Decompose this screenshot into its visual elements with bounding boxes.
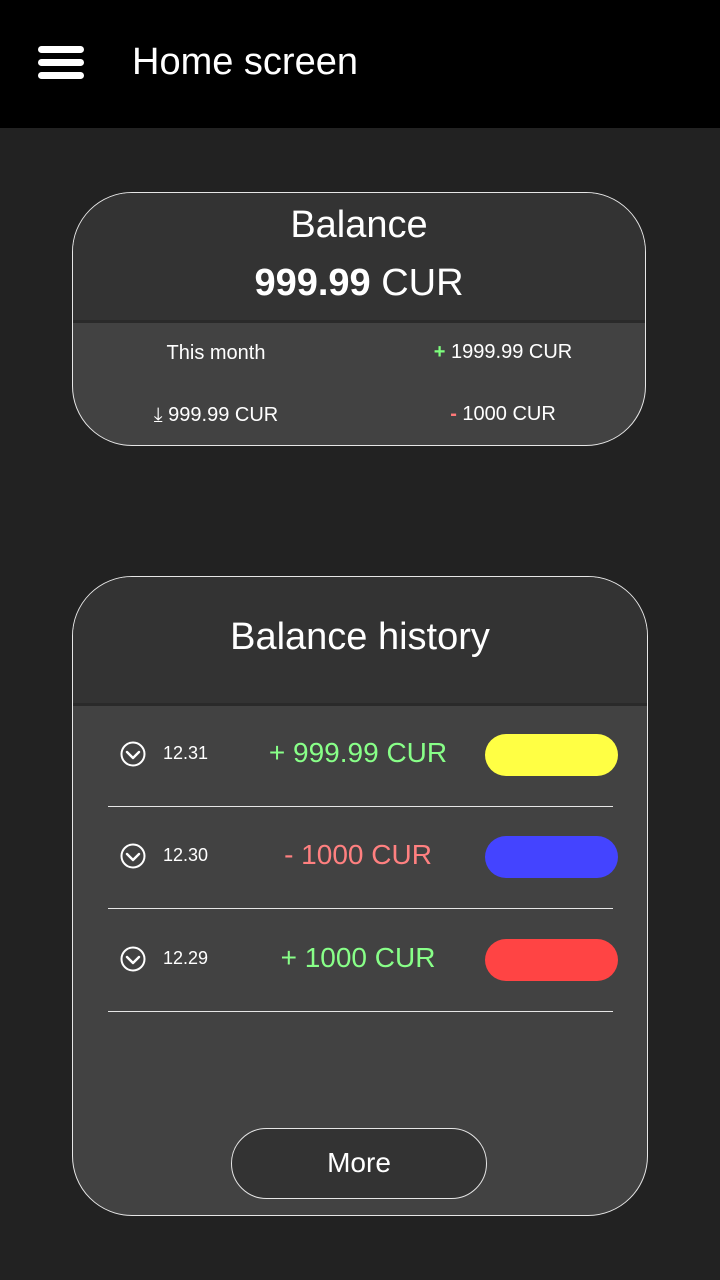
hamburger-menu-icon[interactable] (36, 44, 86, 82)
menu-bar-middle (38, 59, 84, 66)
chevron-down-circle-icon[interactable] (120, 741, 146, 767)
history-row-date: 12.30 (163, 845, 209, 865)
page-title: Home screen (132, 41, 358, 83)
this-month-label: This month (166, 342, 266, 364)
balance-title: Balance (290, 204, 428, 246)
monthly-download-value: 999.99 CUR (168, 404, 279, 426)
category-tag[interactable] (485, 836, 618, 878)
balance-history-title: Balance history (230, 616, 490, 658)
monthly-income-value: 1999.99 CUR (451, 341, 573, 363)
history-row-date: 12.29 (163, 948, 209, 968)
balance-history-card: Balance history 12.31 + 999.99 CUR 12.30… (72, 576, 648, 1216)
menu-bar-bottom (38, 72, 84, 79)
balance-history-header: Balance history (73, 577, 647, 706)
history-row-amount: + 999.99 CUR (268, 737, 448, 768)
history-row[interactable]: 12.30 - 1000 CUR (108, 807, 618, 909)
category-tag[interactable] (485, 734, 618, 776)
history-row-date: 12.31 (163, 743, 209, 763)
minus-sign-icon: - (450, 403, 457, 425)
history-row-amount: + 1000 CUR (280, 942, 436, 973)
top-app-bar: Home screen (0, 0, 720, 128)
menu-bar-top (38, 46, 84, 53)
download-arrow-icon: ⤓ (153, 404, 163, 426)
monthly-download: ⤓ 999.99 CUR (113, 403, 319, 427)
balance-card: Balance 999.99 CUR This month + 1999.99 … (72, 192, 646, 446)
plus-sign-icon: + (433, 341, 446, 363)
chevron-down-circle-icon[interactable] (120, 946, 146, 972)
monthly-income: + 1999.99 CUR (373, 340, 633, 364)
monthly-expense: - 1000 CUR (373, 402, 633, 426)
balance-header: Balance 999.99 CUR (73, 193, 645, 323)
monthly-expense-value: 1000 CUR (462, 403, 556, 425)
category-tag[interactable] (485, 939, 618, 981)
balance-amount: 999.99 CUR (73, 261, 645, 305)
balance-amount-currency: CUR (381, 262, 464, 304)
more-button[interactable]: More (231, 1128, 487, 1199)
history-row[interactable]: 12.29 + 1000 CUR (108, 910, 618, 1012)
chevron-down-circle-icon[interactable] (120, 843, 146, 869)
history-row[interactable]: 12.31 + 999.99 CUR (108, 705, 618, 807)
history-row-amount: - 1000 CUR (284, 839, 432, 870)
balance-amount-value: 999.99 (254, 262, 371, 304)
